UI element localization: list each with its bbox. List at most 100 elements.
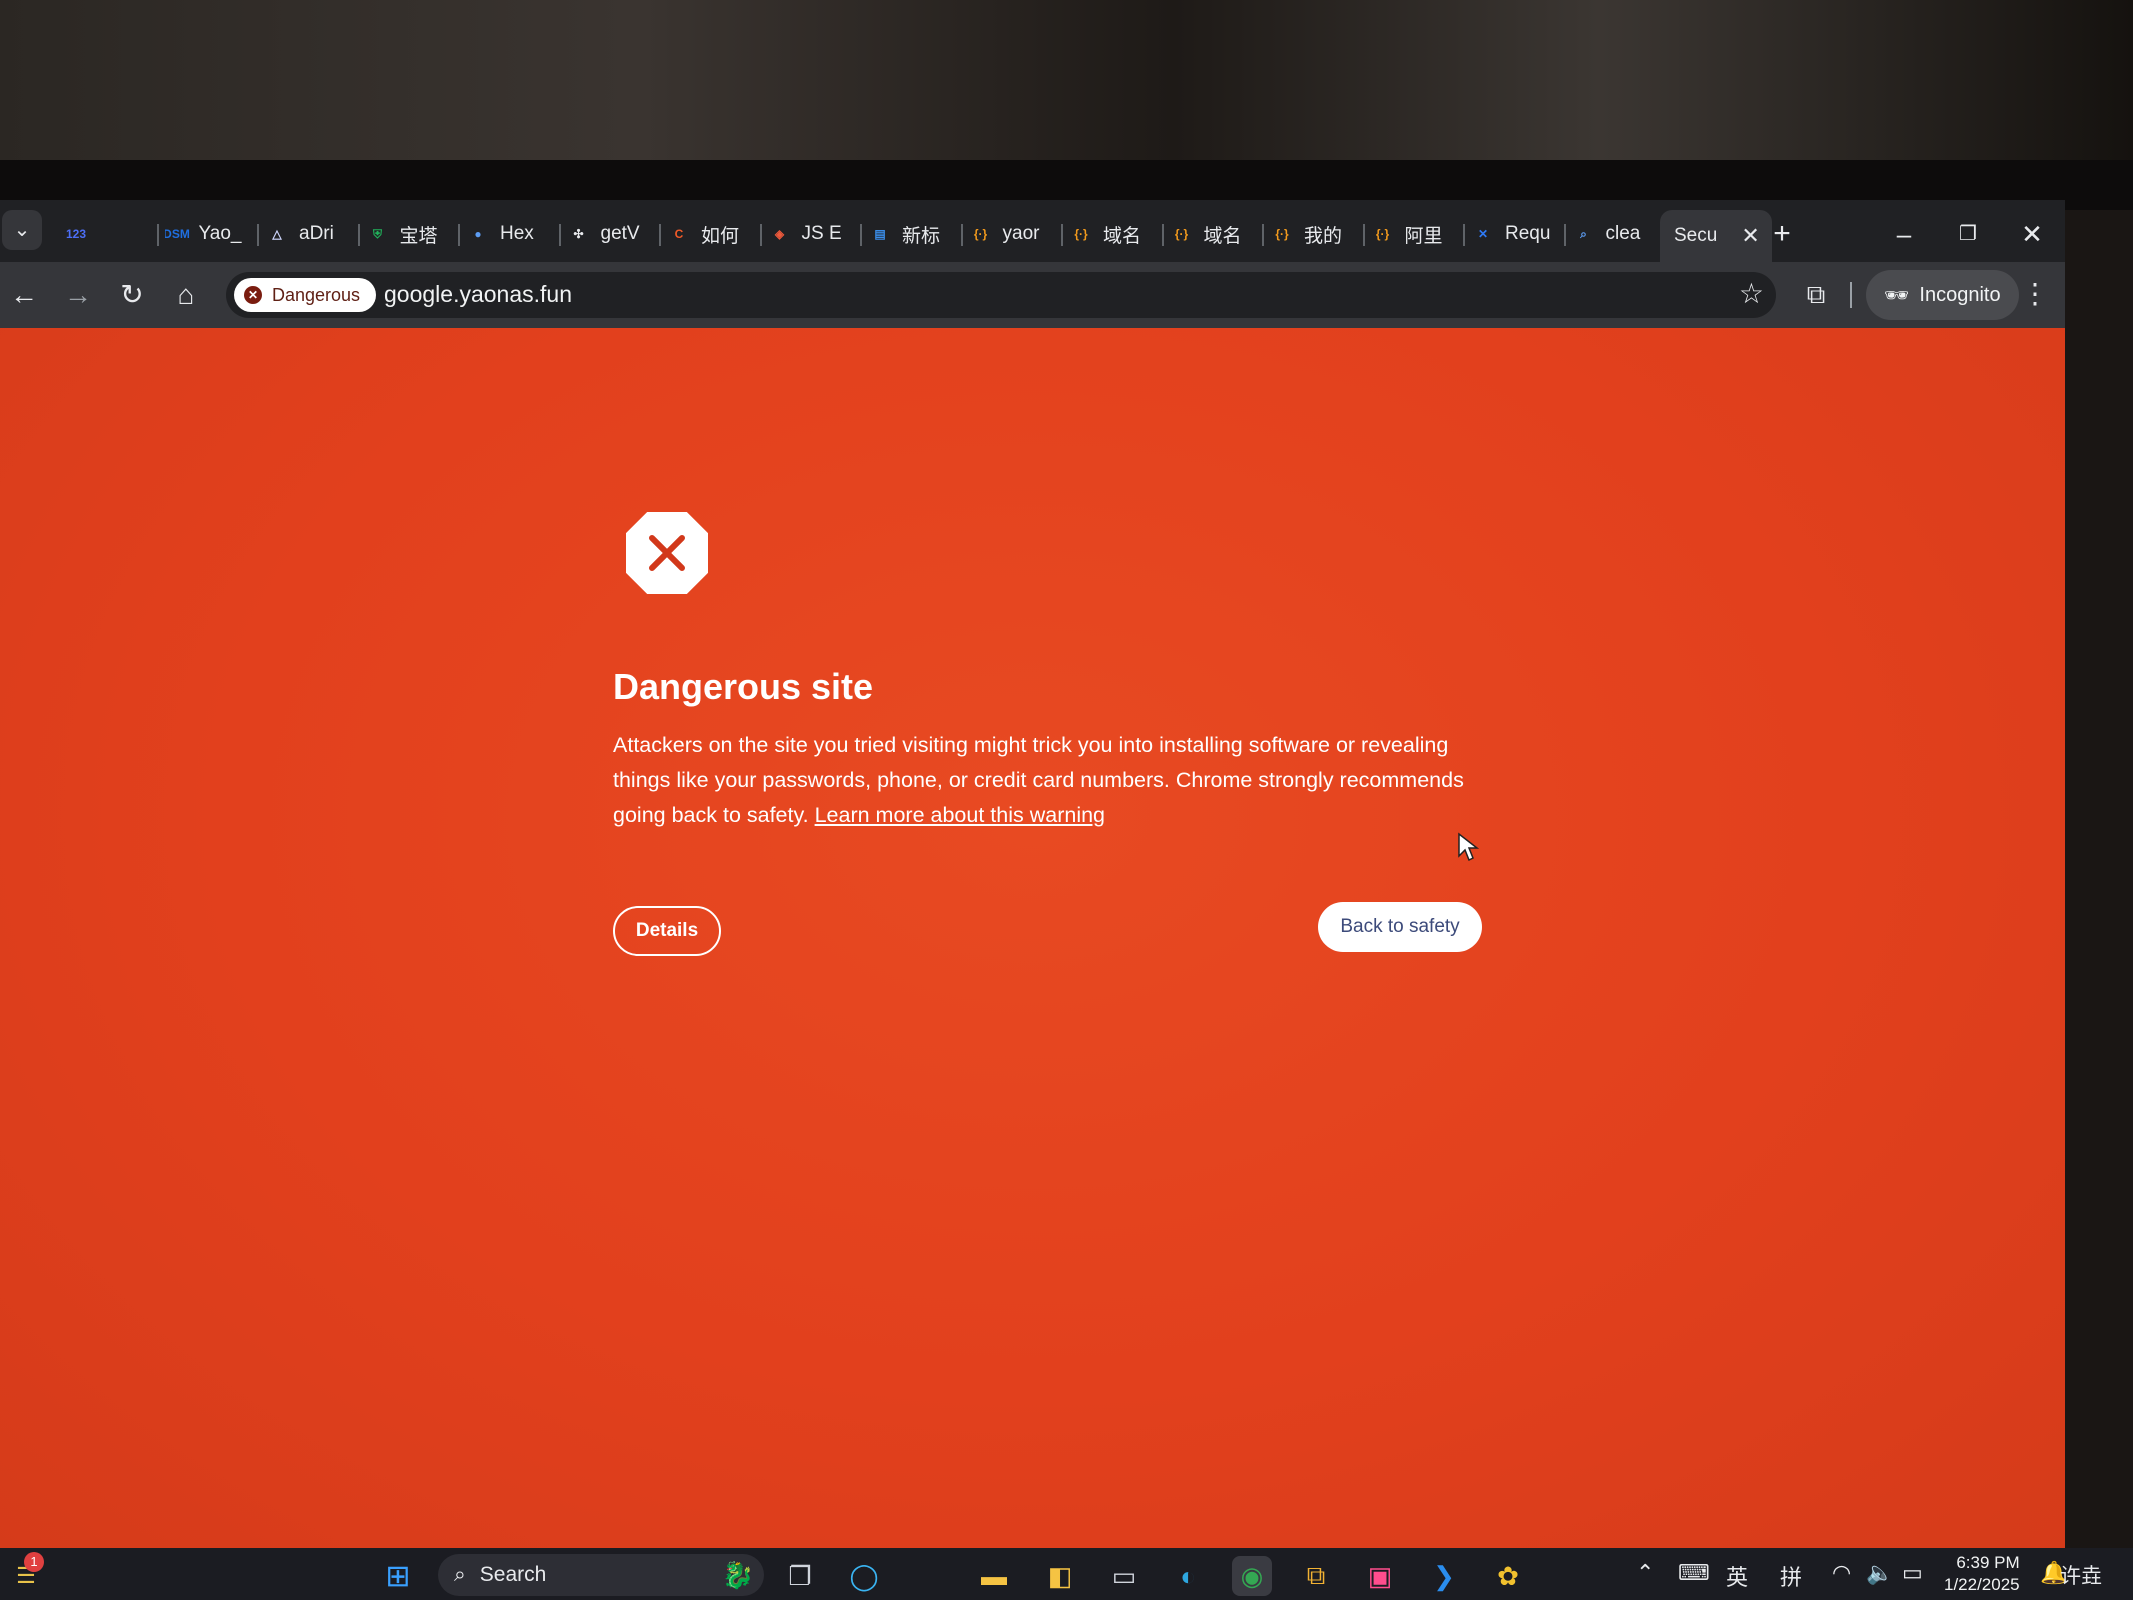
extensions-icon[interactable]: ⧉: [1796, 274, 1836, 314]
notification-badge: 1: [24, 1552, 44, 1572]
tab-6[interactable]: C 如何: [667, 216, 756, 252]
search-label: Search: [479, 1563, 547, 1586]
tab-separator: [1563, 224, 1566, 246]
incognito-badge[interactable]: 🕶 Incognito: [1866, 270, 2019, 320]
edge-icon[interactable]: ◐: [1168, 1556, 1208, 1596]
tab-label: 域名: [1203, 225, 1242, 247]
restore-button[interactable]: ❐: [1948, 214, 1988, 254]
tab-separator: [357, 224, 360, 246]
vscode-icon[interactable]: ❯: [1424, 1556, 1464, 1596]
wifi-icon[interactable]: ◠: [1832, 1560, 1851, 1586]
x-icon: ✕: [1477, 227, 1489, 241]
tab-9[interactable]: {·} yaor: [969, 216, 1058, 252]
search-highlight-icon: 🐉: [721, 1559, 754, 1590]
clock-date: 1/22/2025: [1944, 1575, 2020, 1594]
tab-separator: [1463, 224, 1465, 246]
new-tab-button[interactable]: +: [1762, 214, 1802, 254]
files-app-icon[interactable]: ◧: [1040, 1556, 1080, 1596]
cortana-icon[interactable]: ◯: [844, 1556, 884, 1596]
tab-strip: ⌄ 123 DSM Yao_ △ aDri ⛨ 宝塔 ● Hex ✣ getV C 如何 ◈ JS E ▤ 新标…: [0, 200, 2065, 262]
danger-icon: ✕: [244, 286, 262, 304]
adrive-icon: △: [272, 227, 282, 241]
danger-octagon-icon: [626, 512, 708, 594]
tab-10[interactable]: {·} 域名: [1069, 216, 1158, 252]
ime-language[interactable]: 英: [1726, 1560, 1748, 1592]
tab-4[interactable]: ● Hex: [466, 216, 555, 252]
tab-separator: [860, 224, 862, 246]
tab-12[interactable]: {·} 我的: [1270, 216, 1359, 252]
apple-icon[interactable]: [910, 1556, 950, 1596]
tab-label: Hex: [500, 223, 534, 244]
tab-0[interactable]: 123: [64, 216, 153, 252]
tab-3[interactable]: ⛨ 宝塔: [366, 216, 455, 252]
url-text[interactable]: google.yaonas.fun: [384, 281, 572, 308]
tab-separator: [1161, 224, 1164, 246]
tab-separator: [257, 224, 259, 246]
bracket-icon: {·}: [1275, 227, 1289, 241]
tab-separator: [659, 224, 661, 246]
bracket-icon: {·}: [1375, 227, 1390, 241]
tab-5[interactable]: ✣ getV: [567, 216, 656, 252]
tab-8[interactable]: ▤ 新标: [868, 216, 957, 252]
tab-label: Secu: [1674, 225, 1718, 246]
tab-label: JS E: [801, 223, 842, 244]
tab-15[interactable]: ⌕ clea: [1572, 216, 1661, 252]
tab-separator: [458, 224, 460, 246]
close-window-button[interactable]: ✕: [2012, 214, 2052, 254]
battery-icon[interactable]: ▭: [1902, 1560, 1923, 1586]
taskbar-search[interactable]: ⌕ Search 🐉: [438, 1554, 764, 1596]
close-tab-icon[interactable]: ✕: [1741, 223, 1759, 249]
tab-7[interactable]: ◈ JS E: [768, 216, 857, 252]
keyboard-icon[interactable]: ⌨: [1678, 1560, 1710, 1586]
tab-13[interactable]: {·} 阿里: [1371, 216, 1460, 252]
incognito-icon: 🕶: [1884, 284, 1910, 307]
bracket-icon: {·}: [1074, 227, 1088, 241]
ime-mode[interactable]: 拼: [1780, 1560, 1802, 1592]
doc-icon: ▤: [874, 227, 886, 241]
reload-icon[interactable]: ↻: [112, 275, 152, 315]
forward-arrow-icon[interactable]: →: [58, 275, 98, 315]
details-button[interactable]: Details: [613, 906, 721, 956]
minimize-button[interactable]: –: [1884, 214, 1924, 254]
chrome-icon[interactable]: ◉: [1232, 1556, 1272, 1596]
tab-14[interactable]: ✕ Requ: [1471, 216, 1560, 252]
shield-icon: ⛨: [372, 226, 382, 241]
tab-2[interactable]: △ aDri: [265, 216, 354, 252]
back-arrow-icon[interactable]: ←: [4, 275, 44, 315]
bookmark-star-icon[interactable]: ☆: [1739, 277, 1764, 310]
tab-label: clea: [1605, 223, 1641, 244]
clock[interactable]: 6:39 PM 1/22/2025: [1944, 1552, 2020, 1596]
tab-label: 域名: [1103, 225, 1142, 247]
windows-start-icon[interactable]: ⊞: [378, 1556, 418, 1596]
tab-separator: [960, 224, 963, 246]
tray-chevron-icon[interactable]: ⌃: [1636, 1560, 1654, 1586]
task-view-icon[interactable]: ❐: [780, 1556, 820, 1596]
tab-separator: [156, 224, 159, 246]
vmware-icon[interactable]: ⧉: [1296, 1556, 1336, 1596]
address-bar[interactable]: ✕ Dangerous google.yaonas.fun ☆: [226, 272, 1776, 318]
back-to-safety-button[interactable]: Back to safety: [1318, 902, 1482, 952]
learn-more-link[interactable]: Learn more about this warning: [815, 803, 1105, 827]
tab-11[interactable]: {·} 域名: [1170, 216, 1259, 252]
jetbrains-icon[interactable]: ▣: [1360, 1556, 1400, 1596]
tab-label: aDri: [299, 223, 334, 244]
tab-label: Yao_: [198, 223, 242, 244]
file-explorer-icon[interactable]: ▬: [974, 1556, 1014, 1596]
terminal-icon[interactable]: ▭: [1104, 1556, 1144, 1596]
tab-search-button[interactable]: ⌄: [2, 210, 42, 250]
hash-icon: ✣: [573, 227, 584, 241]
dsm-icon: DSM: [164, 227, 190, 241]
security-chip[interactable]: ✕ Dangerous: [234, 278, 377, 312]
tab-1[interactable]: DSM Yao_: [165, 216, 254, 252]
tab-active[interactable]: Secu ✕: [1660, 210, 1772, 262]
home-icon[interactable]: ⌂: [166, 275, 206, 315]
globe-icon: ●: [474, 227, 482, 241]
tab-separator: [558, 224, 561, 246]
security-chip-label: Dangerous: [272, 284, 361, 305]
kebab-menu-icon[interactable]: ⋮: [2018, 274, 2052, 314]
search-icon: ⌕: [1580, 226, 1587, 241]
weasel-icon[interactable]: ✿: [1488, 1556, 1528, 1596]
volume-icon[interactable]: 🔈: [1866, 1560, 1893, 1586]
123-icon: 123: [65, 227, 87, 241]
tab-separator: [759, 224, 762, 246]
